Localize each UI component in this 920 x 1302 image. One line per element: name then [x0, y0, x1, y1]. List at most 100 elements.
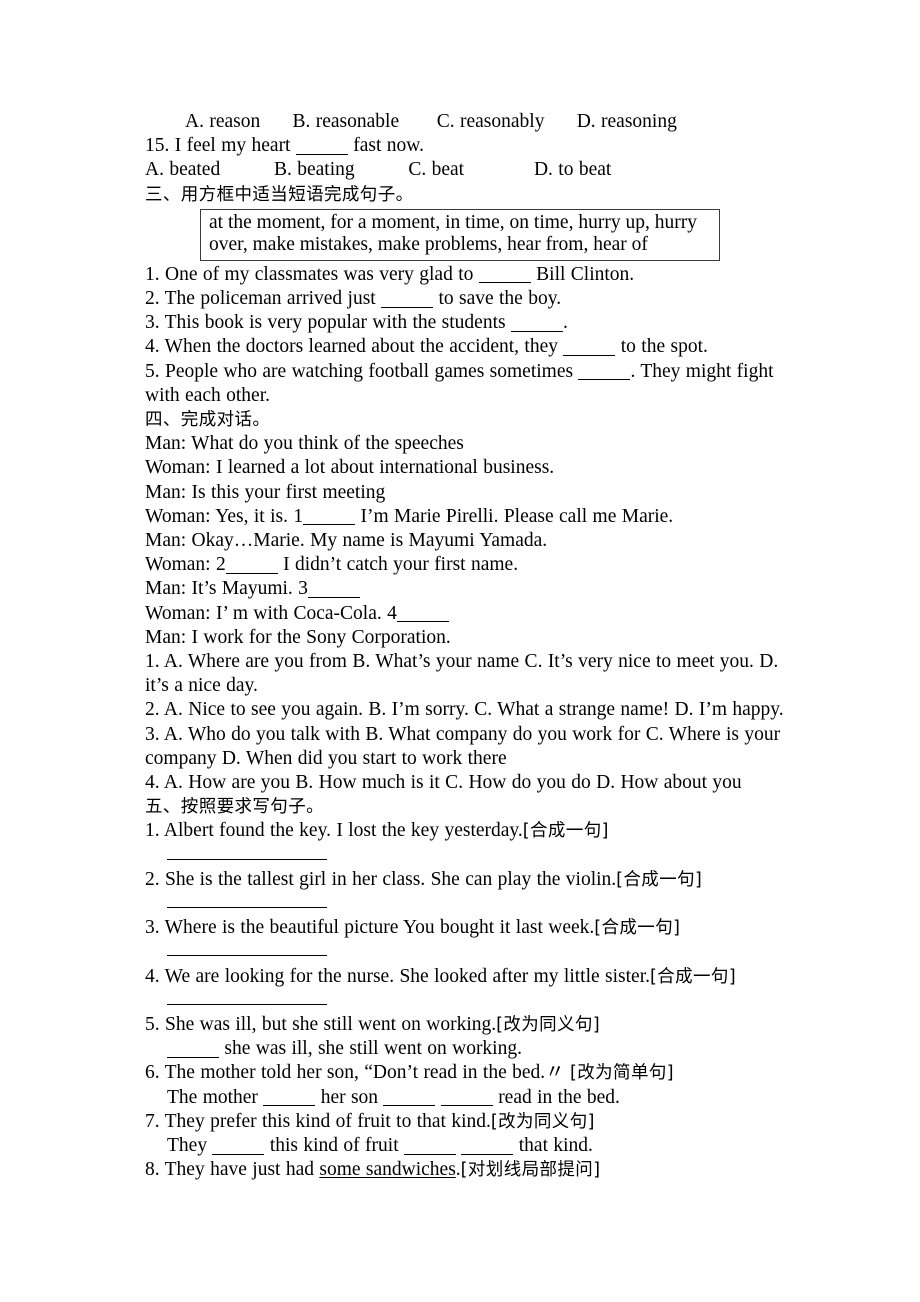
answer-text-a: The mother: [167, 1086, 264, 1108]
section-five-item-6: 6. The mother told her son, “Don’t read …: [145, 1061, 805, 1085]
item-instruction-tag: [对划线局部提问]: [460, 1160, 601, 1181]
answer-blank-3[interactable]: [440, 1087, 493, 1107]
question-15-stem-pre: 15. I feel my heart: [145, 135, 296, 157]
answer-text-a: They: [167, 1135, 213, 1157]
answer-line-4[interactable]: [145, 989, 805, 1013]
section-five-item-6-answer: The mother her son read in the bed.: [145, 1086, 805, 1110]
answer-line-2[interactable]: [145, 892, 805, 916]
item-text-pre: 4. When the doctors learned about the ac…: [145, 336, 564, 358]
item-instruction-tag: [合成一句]: [594, 918, 681, 939]
question-15-blank[interactable]: [295, 135, 348, 155]
section-five-item-4: 4. We are looking for the nurse. She loo…: [145, 965, 805, 989]
answer-blank-1[interactable]: [212, 1135, 265, 1155]
dialogue-text-post: I’m Marie Pirelli. Please call me Marie.: [355, 505, 674, 527]
dialogue-line-6: Woman: 2 I didn’t catch your first name.: [145, 553, 805, 577]
section-five-item-7-answer: They this kind of fruit that kind.: [145, 1134, 805, 1158]
item-text: 5. She was ill, but she still went on wo…: [145, 1014, 497, 1036]
fill-blank[interactable]: [578, 361, 631, 381]
answer-text: she was ill, she still went on working.: [219, 1038, 522, 1060]
item-text: 3. Where is the beautiful picture You bo…: [145, 917, 595, 939]
section-three-item-4: 4. When the doctors learned about the ac…: [145, 335, 805, 359]
dialogue-choice-4: 4. A. How are you B. How much is it C. H…: [145, 772, 742, 794]
phrase-bank-line-2: over, make mistakes, make problems, hear…: [209, 234, 648, 256]
phrase-bank-line-1: at the moment, for a moment, in time, on…: [209, 211, 697, 233]
item-text-pre: 8. They have just had: [145, 1159, 320, 1181]
phrase-bank-box: at the moment, for a moment, in time, on…: [200, 208, 720, 261]
item-text: 6. The mother told her son, “Don’t read …: [145, 1062, 571, 1084]
answer-blank-2[interactable]: [404, 1135, 456, 1155]
answer-text-d: read in the bed.: [492, 1086, 620, 1108]
dialogue-text-pre: Woman: Yes, it is. 1: [145, 505, 304, 527]
dialogue-line-9: Man: I work for the Sony Corporation.: [145, 626, 451, 648]
dialogue-line-3: Man: Is this your first meeting: [145, 481, 386, 503]
section-three-item-3: 3. This book is very popular with the st…: [145, 311, 805, 335]
answer-line-1[interactable]: [145, 844, 805, 868]
dialogue-text-pre: Man: It’s Mayumi. 3: [145, 578, 308, 600]
dialogue-line-2: Woman: I learned a lot about internation…: [145, 457, 555, 479]
question-15-options: A. beated B. beating C. beat D. to beat: [145, 159, 612, 181]
item-text-post: .: [562, 312, 568, 334]
section-five-item-5: 5. She was ill, but she still went on wo…: [145, 1013, 805, 1037]
item-instruction-tag: [合成一句]: [616, 869, 703, 890]
item-text-pre: 3. This book is very popular with the st…: [145, 312, 511, 334]
dialogue-choice-3: 3. A. Who do you talk with B. What compa…: [145, 723, 786, 769]
dialogue-choice-2: 2. A. Nice to see you again. B. I’m sorr…: [145, 699, 784, 721]
item-text: 1. Albert found the key. I lost the key …: [145, 820, 523, 842]
dialogue-text-post: I didn’t catch your first name.: [277, 554, 519, 576]
item-text-post: Bill Clinton.: [530, 263, 635, 285]
dialogue-blank-1[interactable]: [303, 506, 356, 526]
section-three-item-2: 2. The policeman arrived just to save th…: [145, 287, 805, 311]
item-text-pre: 1. One of my classmates was very glad to: [145, 263, 479, 285]
item-text: 4. We are looking for the nurse. She loo…: [145, 965, 650, 987]
question-15-stem-post: fast now.: [347, 135, 424, 157]
answer-blank-1[interactable]: [263, 1087, 316, 1107]
section-five-item-7: 7. They prefer this kind of fruit to tha…: [145, 1110, 805, 1134]
item-instruction-tag: [改为简单句]: [570, 1063, 674, 1084]
item-instruction-tag: [改为同义句]: [496, 1015, 601, 1036]
dialogue-line-4: Woman: Yes, it is. 1 I’m Marie Pirelli. …: [145, 505, 805, 529]
section-three-item-1: 1. One of my classmates was very glad to…: [145, 263, 805, 287]
section-four-heading: 四、完成对话。: [145, 410, 271, 431]
item-text-post: to save the boy.: [433, 288, 562, 310]
dialogue-text-pre: Woman: 2: [145, 554, 226, 576]
section-three-item-5: 5. People who are watching football game…: [145, 360, 805, 384]
item-text-pre: 5. People who are watching football game…: [145, 360, 579, 382]
section-five-item-2: 2. She is the tallest girl in her class.…: [145, 868, 805, 892]
answer-text-b: this kind of fruit: [264, 1135, 404, 1157]
fill-blank[interactable]: [563, 336, 616, 356]
dialogue-blank-3[interactable]: [307, 578, 360, 598]
item-underlined-phrase: some sandwiches: [319, 1159, 456, 1181]
answer-blank-2[interactable]: [383, 1087, 436, 1107]
section-three-heading: 三、用方框中适当短语完成句子。: [145, 184, 414, 205]
fill-blank[interactable]: [381, 288, 434, 308]
item-text-pre: 2. The policeman arrived just: [145, 288, 382, 310]
item-text: 2. She is the tallest girl in her class.…: [145, 868, 617, 890]
dialogue-choice-1: 1. A. Where are you from B. What’s your …: [145, 651, 784, 697]
section-five-item-1: 1. Albert found the key. I lost the key …: [145, 819, 805, 843]
item-text-post: to the spot.: [615, 336, 708, 358]
question-15-stem: 15. I feel my heart fast now.: [145, 134, 805, 158]
answer-blank[interactable]: [167, 1038, 219, 1058]
item-instruction-tag: [合成一句]: [650, 966, 737, 987]
section-five-item-3: 3. Where is the beautiful picture You bo…: [145, 916, 805, 940]
worksheet-page: A. reason B. reasonable C. reasonably D.…: [0, 0, 920, 1302]
answer-blank-3[interactable]: [461, 1135, 514, 1155]
section-three-item-5-wrap: with each other.: [145, 384, 270, 406]
fill-blank[interactable]: [510, 312, 563, 332]
dialogue-blank-4[interactable]: [396, 603, 449, 623]
dialogue-line-1: Man: What do you think of the speeches: [145, 433, 464, 455]
section-five-item-8: 8. They have just had some sandwiches.[对…: [145, 1158, 805, 1182]
answer-text-d: that kind.: [513, 1135, 593, 1157]
dialogue-blank-2[interactable]: [225, 554, 278, 574]
answer-text-b: her son: [315, 1086, 384, 1108]
section-five-item-5-answer: she was ill, she still went on working.: [145, 1037, 805, 1061]
section-five-heading: 五、按照要求写句子。: [145, 797, 324, 818]
item-instruction-tag: [改为同义句]: [490, 1111, 595, 1132]
dialogue-line-5: Man: Okay…Marie. My name is Mayumi Yamad…: [145, 530, 548, 552]
question-14-options: A. reason B. reasonable C. reasonably D.…: [185, 111, 677, 132]
dialogue-line-7: Man: It’s Mayumi. 3: [145, 577, 805, 601]
answer-line-3[interactable]: [145, 940, 805, 964]
item-text: 7. They prefer this kind of fruit to tha…: [145, 1110, 491, 1132]
dialogue-line-8: Woman: I’ m with Coca-Cola. 4: [145, 602, 805, 626]
fill-blank[interactable]: [478, 264, 531, 284]
